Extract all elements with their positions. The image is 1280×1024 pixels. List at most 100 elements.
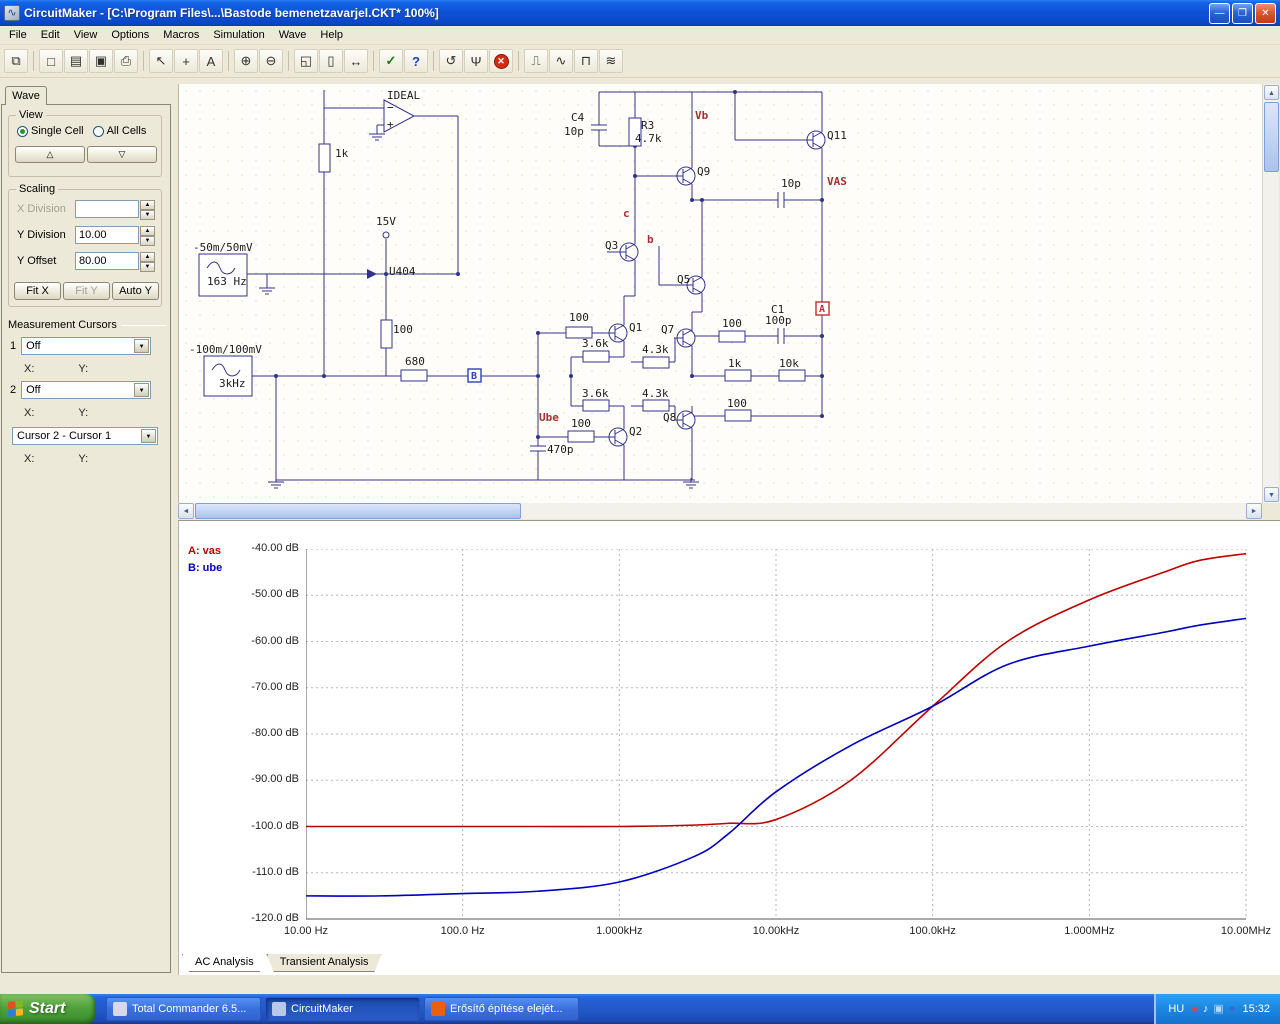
- resistor-symbol: [318, 143, 331, 173]
- menu-edit[interactable]: Edit: [34, 27, 67, 43]
- radio-single-cell[interactable]: Single Cell: [17, 125, 84, 137]
- cursor-diff-select[interactable]: Cursor 2 - Cursor 1 ▼: [12, 427, 158, 445]
- resistor-symbol: [724, 409, 752, 422]
- y-offset-input[interactable]: [75, 252, 139, 270]
- menu-macros[interactable]: Macros: [156, 27, 206, 43]
- cursor1-select[interactable]: Off ▼: [21, 337, 152, 355]
- zoom-window-icon[interactable]: ◱: [294, 49, 318, 73]
- start-button[interactable]: Start: [0, 994, 96, 1024]
- measurement-cursors-label: Measurement Cursors: [8, 319, 117, 331]
- language-indicator[interactable]: HU: [1168, 1003, 1184, 1015]
- restore-button[interactable]: ❐: [1232, 2, 1253, 24]
- chevron-down-icon[interactable]: ▼: [134, 383, 150, 397]
- close-button[interactable]: ✕: [1255, 2, 1276, 24]
- y-offset-spinner[interactable]: ▲ ▼: [140, 252, 155, 272]
- junction-dot: [569, 374, 573, 378]
- new-file-icon[interactable]: □: [39, 49, 63, 73]
- menu-options[interactable]: Options: [104, 27, 156, 43]
- menu-view[interactable]: View: [67, 27, 105, 43]
- x-tick-label: 10.00 Hz: [283, 925, 329, 937]
- component-label: Vb: [695, 109, 709, 122]
- select-cursor-icon[interactable]: ↖: [149, 49, 173, 73]
- analog-display-icon[interactable]: ∿: [549, 49, 573, 73]
- scaling-group-label: Scaling: [16, 183, 59, 195]
- wave-panel-page: View Single Cell All Cells △ ▽ Scaling X…: [1, 104, 171, 973]
- view-group: View Single Cell All Cells △ ▽: [8, 109, 162, 177]
- place-text-icon[interactable]: A: [199, 49, 223, 73]
- fit-y-button[interactable]: Fit Y: [63, 282, 110, 300]
- x-division-spinner[interactable]: ▲ ▼: [140, 200, 155, 220]
- sheet-icon[interactable]: ▯: [319, 49, 343, 73]
- y-division-spinner[interactable]: ▲ ▼: [140, 226, 155, 246]
- digital-display-icon[interactable]: ⎍: [524, 49, 548, 73]
- radio-dot: [92, 125, 104, 137]
- bode-display-icon[interactable]: ≋: [599, 49, 623, 73]
- scope-display-icon[interactable]: ⊓: [574, 49, 598, 73]
- task-button-er-s-t-p-t-se-elej-t[interactable]: Erősítő építése elejét...: [424, 997, 579, 1021]
- start-label: Start: [29, 1000, 66, 1017]
- cursor1-y-label: Y:: [78, 363, 89, 375]
- tab-wave[interactable]: Wave: [5, 86, 47, 105]
- radio-all-cells-label: All Cells: [106, 125, 147, 137]
- chevron-down-icon[interactable]: ▼: [134, 339, 150, 353]
- x-division-input[interactable]: [75, 200, 139, 218]
- scaling-group: Scaling X Division ▲▼ Y Division ▲▼ Y Of…: [8, 183, 162, 307]
- tab-transient-analysis[interactable]: Transient Analysis: [267, 954, 382, 972]
- zoom-out-icon[interactable]: ⊖: [259, 49, 283, 73]
- resistor-symbol: [718, 330, 746, 343]
- cell-grid-icon[interactable]: ⧉: [4, 49, 28, 73]
- fit-x-button[interactable]: Fit X: [14, 282, 61, 300]
- menu-simulation[interactable]: Simulation: [206, 27, 271, 43]
- minimize-button[interactable]: —: [1209, 2, 1230, 24]
- task-button-circuitmaker[interactable]: CircuitMaker: [265, 997, 420, 1021]
- reset-icon[interactable]: ↺: [439, 49, 463, 73]
- component-label: R3: [641, 119, 654, 132]
- window-title: CircuitMaker - [C:\Program Files\...\Bas…: [24, 6, 439, 20]
- horizontal-scrollbar[interactable]: ◄ ►: [178, 503, 1262, 519]
- task-button-label: CircuitMaker: [291, 1003, 353, 1015]
- update-tray-icon[interactable]: ●: [1229, 1002, 1236, 1016]
- component-label: b: [647, 233, 654, 246]
- probe-tool-icon[interactable]: Ψ: [464, 49, 488, 73]
- chevron-down-icon[interactable]: ▼: [141, 429, 156, 443]
- y-tick-label: -40.00 dB: [251, 542, 299, 554]
- cursor1-num: 1: [10, 340, 17, 352]
- cursor2-select[interactable]: Off ▼: [21, 381, 152, 399]
- schematic-drawing: −+IDEAL1kC410p R34.7kVbQ11Q910p VAScQ3 bQ51…: [189, 89, 847, 489]
- volume-tray-icon[interactable]: ♪: [1203, 1002, 1209, 1016]
- menu-help[interactable]: Help: [313, 27, 350, 43]
- auto-y-button[interactable]: Auto Y: [112, 282, 159, 300]
- place-part-icon[interactable]: +: [174, 49, 198, 73]
- radio-all-cells[interactable]: All Cells: [92, 125, 147, 137]
- open-file-icon[interactable]: ▤: [64, 49, 88, 73]
- schematic-canvas[interactable]: − + IDEAL 1k C4 10p R3 4.7k Vb Q11 Q9 10p VAS c Q3 b Q5 1…: [178, 84, 1262, 503]
- wave-next-button[interactable]: ▽: [87, 146, 157, 163]
- y-division-input[interactable]: [75, 226, 139, 244]
- vertical-scrollbar[interactable]: ▲ ▼: [1262, 84, 1279, 503]
- scroll-down-arrow[interactable]: ▼: [1264, 487, 1279, 502]
- wave-previous-button[interactable]: △: [15, 146, 85, 163]
- component-label: 100: [393, 323, 413, 336]
- scroll-right-arrow[interactable]: ►: [1246, 503, 1262, 519]
- scroll-up-arrow[interactable]: ▲: [1264, 85, 1279, 100]
- scroll-left-arrow[interactable]: ◄: [178, 503, 194, 519]
- help-icon[interactable]: ?: [404, 49, 428, 73]
- save-file-icon[interactable]: ▣: [89, 49, 113, 73]
- wave-panel: Wave View Single Cell All Cells △ ▽ Scal…: [0, 84, 173, 975]
- menu-file[interactable]: File: [2, 27, 34, 43]
- alert-tray-icon[interactable]: ●: [1191, 1002, 1198, 1016]
- task-button-total-commander-6-5[interactable]: Total Commander 6.5...: [106, 997, 261, 1021]
- taskbar-clock: 15:32: [1242, 1003, 1270, 1015]
- zoom-in-icon[interactable]: ⊕: [234, 49, 258, 73]
- tab-ac-analysis[interactable]: AC Analysis: [182, 954, 267, 972]
- opamp-symbol: +: [387, 118, 394, 131]
- stop-simulation-icon[interactable]: ✕: [489, 49, 513, 73]
- horizontal-scroll-thumb[interactable]: [195, 503, 521, 519]
- network-tray-icon[interactable]: ▣: [1213, 1002, 1223, 1016]
- menu-wave[interactable]: Wave: [272, 27, 314, 43]
- component-label: IDEAL: [387, 89, 420, 102]
- pan-icon[interactable]: ↔: [344, 49, 368, 73]
- edit-simulation-icon[interactable]: ✓: [379, 49, 403, 73]
- print-icon[interactable]: ⎙: [114, 49, 138, 73]
- vertical-scroll-thumb[interactable]: [1264, 102, 1279, 172]
